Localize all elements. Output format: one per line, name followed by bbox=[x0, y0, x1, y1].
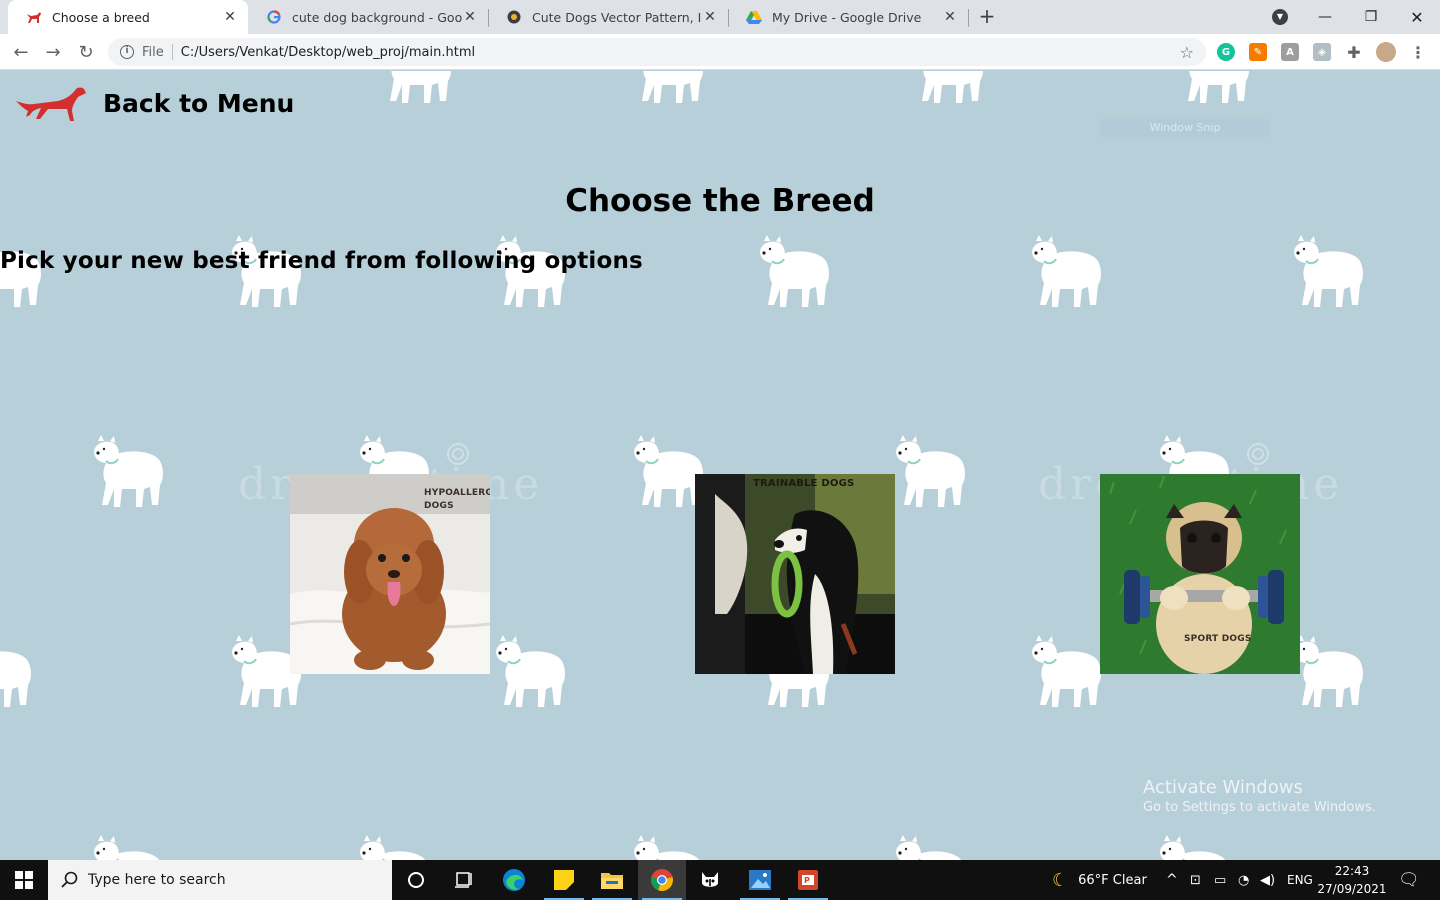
back-arrow-icon[interactable]: ← bbox=[9, 40, 33, 64]
minimize-button[interactable]: — bbox=[1302, 0, 1348, 34]
browser-toolbar: ← → ↻ i File C:/Users/Venkat/Desktop/web… bbox=[0, 34, 1440, 70]
clock-date: 27/09/2021 bbox=[1317, 882, 1387, 896]
vector-site-icon bbox=[506, 9, 522, 25]
red-dog-favicon bbox=[26, 9, 42, 25]
window-snip-overlay: Window Snip bbox=[1100, 119, 1270, 137]
poodle-photo bbox=[290, 474, 490, 674]
tray-expand-chevron-icon[interactable]: ^ bbox=[1166, 860, 1178, 900]
card-label: SPORT DOGS bbox=[1184, 634, 1252, 644]
profile-avatar[interactable] bbox=[1376, 42, 1396, 62]
husky-app-icon[interactable] bbox=[686, 860, 734, 900]
url-text[interactable]: C:/Users/Venkat/Desktop/web_proj/main.ht… bbox=[181, 45, 475, 60]
sticky-notes-icon[interactable] bbox=[540, 860, 588, 900]
card-label: DOGS bbox=[424, 501, 454, 511]
system-clock[interactable]: 22:43 27/09/2021 bbox=[1314, 862, 1390, 898]
divider bbox=[171, 44, 173, 60]
wifi-icon[interactable]: ◔ bbox=[1238, 860, 1249, 900]
back-to-menu-link[interactable]: Back to Menu bbox=[14, 83, 294, 123]
language-indicator[interactable]: ENG bbox=[1287, 860, 1313, 900]
photos-app-icon[interactable] bbox=[736, 860, 784, 900]
tab-separator bbox=[968, 9, 969, 27]
edge-browser-icon[interactable] bbox=[490, 860, 538, 900]
trainable-dogs-card[interactable]: TRAINABLE DOGS bbox=[695, 474, 895, 674]
close-tab-icon[interactable]: ✕ bbox=[462, 9, 478, 25]
windows-logo-icon bbox=[15, 871, 33, 889]
address-bar[interactable]: i File C:/Users/Venkat/Desktop/web_proj/… bbox=[108, 38, 1206, 66]
tab-search-icon[interactable]: ▼ bbox=[1272, 9, 1288, 25]
google-g-icon bbox=[266, 9, 282, 25]
new-tab-button[interactable]: + bbox=[976, 6, 998, 28]
forward-arrow-icon[interactable]: → bbox=[41, 40, 65, 64]
powerpoint-icon[interactable]: P bbox=[784, 860, 832, 900]
close-tab-icon[interactable]: ✕ bbox=[702, 9, 718, 25]
hypoallergenic-dogs-card[interactable]: HYPOALLERGIC DOGS bbox=[290, 474, 490, 674]
extension-orange-icon[interactable]: ✎ bbox=[1249, 43, 1267, 61]
volume-icon[interactable]: ◀) bbox=[1260, 860, 1275, 900]
page-title: Choose the Breed bbox=[565, 183, 875, 219]
tab-title: Choose a breed bbox=[52, 9, 150, 25]
start-button[interactable] bbox=[0, 860, 48, 900]
activate-title: Activate Windows bbox=[1143, 777, 1303, 798]
cortana-icon[interactable] bbox=[392, 860, 440, 900]
border-collie-photo bbox=[695, 474, 895, 674]
windows-taskbar: Type here to search P ☾ 66°F Clear ^ ⊡ ▭… bbox=[0, 860, 1440, 900]
sport-dogs-card[interactable]: SPORT DOGS bbox=[1100, 474, 1300, 674]
grammarly-icon[interactable]: G bbox=[1217, 43, 1235, 61]
tab-title: My Drive - Google Drive bbox=[772, 9, 922, 25]
tab-my-drive[interactable]: My Drive - Google Drive ✕ bbox=[728, 0, 968, 34]
activate-subtitle: Go to Settings to activate Windows. bbox=[1143, 800, 1376, 815]
tab-title: cute dog background - Google S bbox=[292, 9, 462, 25]
weather-text: 66°F Clear bbox=[1078, 872, 1147, 888]
close-tab-icon[interactable]: ✕ bbox=[222, 9, 238, 25]
tab-choose-a-breed[interactable]: Choose a breed ✕ bbox=[8, 0, 248, 34]
site-info-icon[interactable]: i bbox=[120, 45, 134, 59]
menu-kebab-icon[interactable]: ⋮ bbox=[1409, 43, 1427, 62]
tab-strip: Choose a breed ✕ cute dog background - G… bbox=[0, 0, 1440, 34]
extensions-puzzle-icon[interactable]: ✚ bbox=[1345, 43, 1363, 62]
close-tab-icon[interactable]: ✕ bbox=[942, 9, 958, 25]
close-window-button[interactable]: ✕ bbox=[1394, 0, 1440, 34]
restore-button[interactable]: ❐ bbox=[1348, 0, 1394, 34]
red-dog-logo-icon bbox=[16, 87, 86, 121]
weather-widget[interactable]: ☾ 66°F Clear bbox=[1052, 860, 1147, 900]
back-to-menu-label: Back to Menu bbox=[103, 88, 295, 118]
chrome-icon[interactable] bbox=[638, 860, 686, 900]
tab-title: Cute Dogs Vector Pattern, Illustra bbox=[532, 9, 702, 25]
file-explorer-icon[interactable] bbox=[588, 860, 636, 900]
card-label: HYPOALLERGIC bbox=[424, 488, 490, 498]
extension-gray-icon[interactable]: A bbox=[1281, 43, 1299, 61]
notification-center-icon[interactable]: 🗨 bbox=[1398, 860, 1420, 900]
bookmark-star-icon[interactable]: ☆ bbox=[1180, 43, 1194, 62]
activate-windows-notice: Activate Windows Go to Settings to activ… bbox=[1143, 777, 1376, 815]
card-label: TRAINABLE DOGS bbox=[753, 478, 855, 489]
extension-shield-icon[interactable]: ◈ bbox=[1313, 43, 1331, 61]
google-drive-icon bbox=[746, 9, 762, 25]
pug-photo bbox=[1100, 474, 1300, 674]
battery-icon[interactable]: ▭ bbox=[1214, 860, 1226, 900]
search-icon bbox=[61, 871, 78, 888]
tab-cute-dog-background[interactable]: cute dog background - Google S ✕ bbox=[248, 0, 488, 34]
task-view-icon[interactable] bbox=[440, 860, 488, 900]
clock-time: 22:43 bbox=[1334, 864, 1370, 878]
search-placeholder: Type here to search bbox=[88, 872, 226, 888]
page-subtitle: Pick your new best friend from following… bbox=[0, 248, 643, 274]
moon-icon: ☾ bbox=[1052, 869, 1069, 891]
scheme-label: File bbox=[142, 44, 164, 60]
meet-now-icon[interactable]: ⊡ bbox=[1190, 860, 1201, 900]
svg-text:P: P bbox=[804, 876, 810, 885]
reload-icon[interactable]: ↻ bbox=[74, 40, 98, 64]
page-content: dreamstime dreamstime Back to Menu Windo… bbox=[0, 71, 1440, 860]
tab-cute-dogs-vector[interactable]: Cute Dogs Vector Pattern, Illustra ✕ bbox=[488, 0, 728, 34]
taskbar-search-input[interactable]: Type here to search bbox=[48, 860, 392, 900]
